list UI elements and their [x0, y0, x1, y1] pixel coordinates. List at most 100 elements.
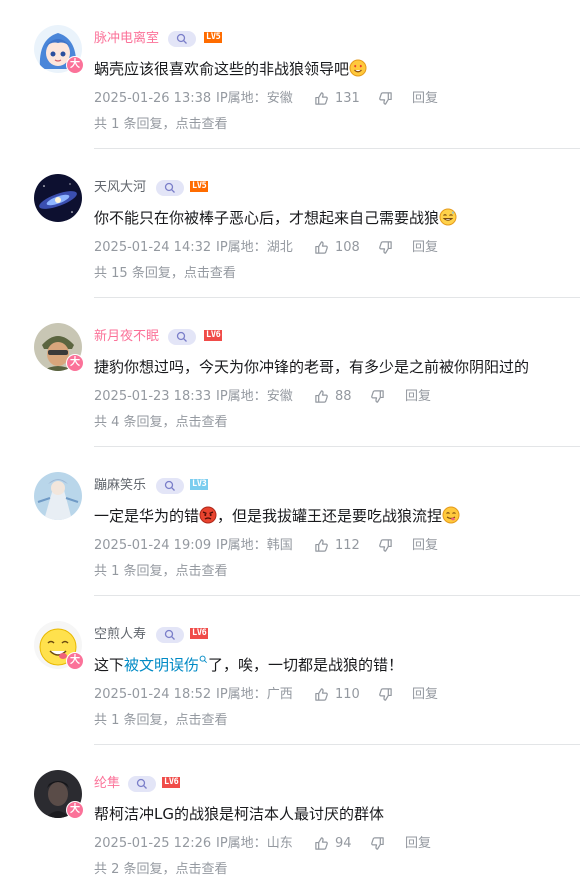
replies-suffix: 条回复，点击查看: [119, 713, 228, 728]
ip-location: IP属地：安徽: [216, 90, 293, 108]
reply-button[interactable]: 回复: [405, 388, 431, 406]
ip-location: IP属地：广西: [216, 686, 293, 704]
comment-text-part: 一定是华为的错: [94, 507, 200, 525]
ip-label: IP属地：: [216, 538, 267, 553]
comment-item: 天风大河 LV5 你不能只在你被棒子恶心后，才想起来自己需要战狼 2025-01…: [0, 149, 580, 298]
reply-button[interactable]: 回复: [412, 239, 438, 257]
search-tag-button[interactable]: [156, 627, 184, 643]
view-replies-link[interactable]: 共 1 条回复，点击查看: [94, 563, 228, 581]
ip-location: IP属地：山东: [216, 835, 293, 853]
reply-button[interactable]: 回复: [412, 537, 438, 555]
dislike-icon[interactable]: [378, 240, 393, 255]
level-badge: LV5: [190, 181, 209, 192]
vip-badge: 大: [66, 652, 84, 670]
view-replies-link[interactable]: 共 1 条回复，点击查看: [94, 116, 228, 134]
galaxy-avatar-image: [34, 174, 82, 222]
search-icon: [176, 331, 187, 342]
reply-button[interactable]: 回复: [412, 90, 438, 108]
reply-count: 15: [111, 266, 128, 281]
avatar[interactable]: 大: [34, 770, 84, 819]
yum-emoji: [442, 506, 460, 524]
like-icon[interactable]: [314, 687, 329, 702]
avatar[interactable]: [34, 472, 82, 520]
username[interactable]: 天风大河: [94, 179, 146, 197]
reply-button[interactable]: 回复: [412, 686, 438, 704]
replies-suffix: 条回复，点击查看: [119, 564, 228, 579]
avatar[interactable]: 大: [34, 25, 84, 74]
ip-value: 安徽: [266, 91, 293, 106]
replies-suffix: 条回复，点击查看: [119, 415, 228, 430]
search-icon: [164, 182, 175, 193]
search-tag-button[interactable]: [156, 478, 184, 494]
heart-eyes-emoji: [349, 59, 367, 77]
search-tag-button[interactable]: [168, 31, 196, 47]
search-tag-button[interactable]: [168, 329, 196, 345]
like-icon[interactable]: [314, 91, 329, 106]
ip-label: IP属地：: [216, 687, 267, 702]
comment-date: 2025-01-24 14:32: [94, 240, 212, 255]
view-replies-link[interactable]: 共 2 条回复，点击查看: [94, 861, 228, 879]
comment-item: 蹦麻笑乐 LV3 一定是华为的错 ，但是我拔罐王还是要吃战狼流捏 2025-01-…: [0, 447, 580, 596]
comment-date: 2025-01-24 18:52: [94, 687, 212, 702]
replies-suffix: 条回复，点击查看: [119, 862, 228, 877]
like-count: 88: [335, 389, 352, 404]
comment-item: 大 新月夜不眠 LV6 捷豹你想过吗，今天为你冲锋的老哥，有多少是之前被你阴阳过…: [0, 298, 580, 447]
vip-badge: 大: [66, 801, 84, 819]
comment-text: 蜗壳应该很喜欢俞这些的非战狼领导吧: [94, 58, 367, 80]
replies-prefix: 共: [94, 564, 112, 579]
reply-button[interactable]: 回复: [405, 835, 431, 853]
like-icon[interactable]: [314, 389, 329, 404]
ip-label: IP属地：: [216, 389, 267, 404]
replies-prefix: 共: [94, 862, 112, 877]
like-icon[interactable]: [314, 538, 329, 553]
username[interactable]: 空煎人寿: [94, 626, 146, 644]
search-tag-button[interactable]: [156, 180, 184, 196]
like-count: 131: [335, 91, 360, 106]
search-keyword-link[interactable]: 被文明误伤: [124, 656, 199, 674]
search-tag-button[interactable]: [128, 776, 156, 792]
comment-text: 一定是华为的错 ，但是我拔罐王还是要吃战狼流捏: [94, 505, 460, 527]
comment-text-body: 你不能只在你被棒子恶心后，才想起来自己需要战狼: [94, 209, 440, 227]
comment-text: 这下被文明误伤 了，唉，一切都是战狼的错！: [94, 654, 403, 676]
level-badge: LV6: [190, 628, 209, 639]
dislike-icon[interactable]: [370, 836, 385, 851]
view-replies-link[interactable]: 共 15 条回复，点击查看: [94, 265, 236, 283]
username[interactable]: 新月夜不眠: [94, 328, 159, 346]
search-icon: [199, 655, 207, 663]
dislike-icon[interactable]: [378, 91, 393, 106]
username[interactable]: 脉冲电离室: [94, 30, 159, 48]
ip-label: IP属地：: [216, 836, 267, 851]
level-badge: LV3: [190, 479, 209, 490]
vip-badge: 大: [66, 56, 84, 74]
avatar[interactable]: 大: [34, 323, 84, 372]
view-replies-link[interactable]: 共 1 条回复，点击查看: [94, 712, 228, 730]
view-replies-link[interactable]: 共 4 条回复，点击查看: [94, 414, 228, 432]
comment-text-part: 这下: [94, 656, 125, 674]
avatar[interactable]: 大: [34, 621, 84, 670]
search-icon: [164, 629, 175, 640]
ip-value: 韩国: [266, 538, 293, 553]
replies-prefix: 共: [94, 415, 112, 430]
username[interactable]: 纶隼: [94, 775, 120, 793]
replies-prefix: 共: [94, 266, 112, 281]
ip-value: 安徽: [266, 389, 293, 404]
comment-date: 2025-01-26 13:38: [94, 91, 212, 106]
avatar[interactable]: [34, 174, 82, 222]
comment-text-body: 蜗壳应该很喜欢俞这些的非战狼领导吧: [94, 60, 350, 78]
like-icon[interactable]: [314, 240, 329, 255]
like-icon[interactable]: [314, 836, 329, 851]
username[interactable]: 蹦麻笑乐: [94, 477, 146, 495]
dislike-icon[interactable]: [370, 389, 385, 404]
dislike-icon[interactable]: [378, 538, 393, 553]
level-badge: LV5: [204, 32, 223, 43]
like-count: 110: [335, 687, 360, 702]
like-count: 108: [335, 240, 360, 255]
ip-value: 广西: [266, 687, 293, 702]
ip-value: 湖北: [266, 240, 293, 255]
comment-item: 大 空煎人寿 LV6 这下被文明误伤 了，唉，一切都是战狼的错！ 2025-01-…: [0, 596, 580, 745]
like-count: 94: [335, 836, 352, 851]
comment-date: 2025-01-23 18:33: [94, 389, 212, 404]
comment-text-part: ，但是我拔罐王还是要吃战狼流捏: [217, 507, 443, 525]
dislike-icon[interactable]: [378, 687, 393, 702]
like-count: 112: [335, 538, 360, 553]
